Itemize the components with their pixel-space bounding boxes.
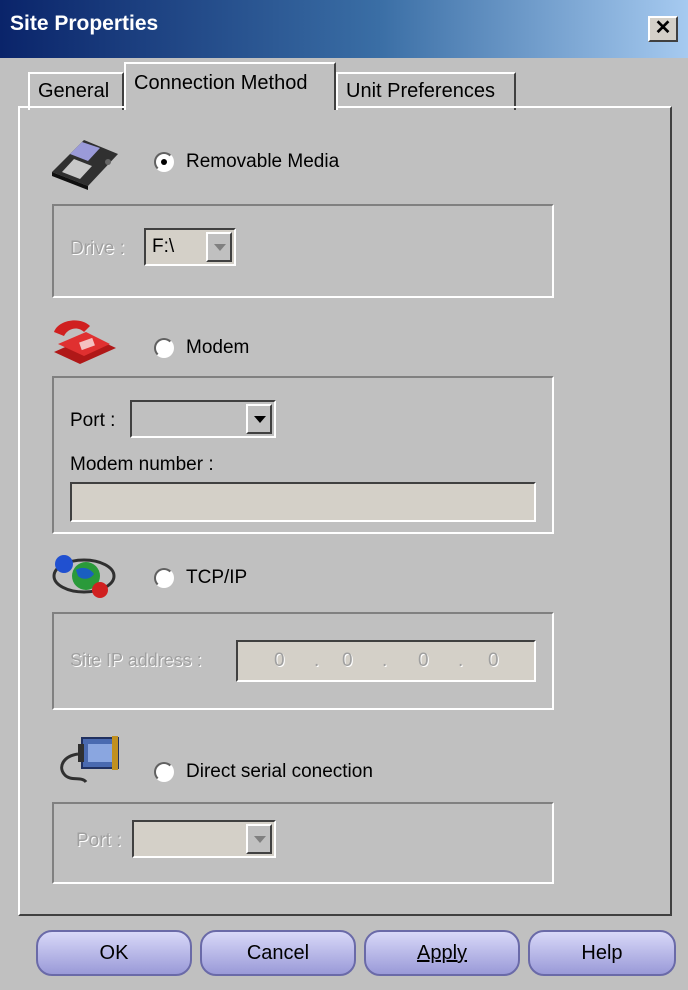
- cancel-button[interactable]: Cancel: [200, 930, 356, 976]
- telephone-icon: [50, 318, 120, 368]
- removable-media-group: [52, 204, 554, 298]
- modem-label: Modem: [186, 337, 250, 358]
- site-ip-input[interactable]: 0 . 0 . 0 . 0: [236, 640, 536, 682]
- apply-button[interactable]: Apply: [364, 930, 520, 976]
- direct-serial-radio[interactable]: [154, 762, 174, 782]
- tab-unit-preferences[interactable]: Unit Preferences: [336, 72, 516, 110]
- modem-port-label: Port :: [70, 410, 116, 431]
- removable-media-radio[interactable]: [154, 152, 174, 172]
- drive-label: Drive :: [70, 238, 125, 259]
- ip-dot-1: .: [314, 650, 320, 671]
- ip-octet-2: 0: [342, 650, 353, 671]
- direct-serial-group: [52, 802, 554, 884]
- chevron-down-icon[interactable]: [246, 404, 272, 434]
- modem-number-input[interactable]: [70, 482, 536, 522]
- modem-number-label: Modem number :: [70, 454, 214, 475]
- window-title: Site Properties: [10, 12, 159, 35]
- tab-general[interactable]: General: [28, 72, 124, 110]
- chevron-down-icon[interactable]: [246, 824, 272, 854]
- floppy-disk-icon: [48, 134, 122, 190]
- ip-dot-3: .: [458, 650, 464, 671]
- tcpip-radio[interactable]: [154, 568, 174, 588]
- drive-select[interactable]: F:\: [144, 228, 236, 266]
- help-button[interactable]: Help: [528, 930, 676, 976]
- serial-connector-icon: [52, 732, 122, 790]
- close-button[interactable]: ✕: [648, 16, 678, 42]
- network-globe-icon: [50, 550, 120, 600]
- chevron-down-icon[interactable]: [206, 232, 232, 262]
- ip-octet-3: 0: [418, 650, 429, 671]
- modem-port-select[interactable]: [130, 400, 276, 438]
- ip-octet-1: 0: [274, 650, 285, 671]
- ip-octet-4: 0: [488, 650, 499, 671]
- drive-value: F:\: [152, 236, 175, 257]
- tab-connection-method[interactable]: Connection Method: [124, 62, 336, 110]
- ok-button[interactable]: OK: [36, 930, 192, 976]
- tcpip-label: TCP/IP: [186, 567, 248, 588]
- site-ip-label: Site IP address :: [70, 650, 202, 670]
- removable-media-label: Removable Media: [186, 151, 340, 172]
- serial-port-select[interactable]: [132, 820, 276, 858]
- serial-port-label: Port :: [76, 830, 122, 851]
- direct-serial-label: Direct serial conection: [186, 761, 373, 782]
- modem-radio[interactable]: [154, 338, 174, 358]
- ip-dot-2: .: [382, 650, 388, 671]
